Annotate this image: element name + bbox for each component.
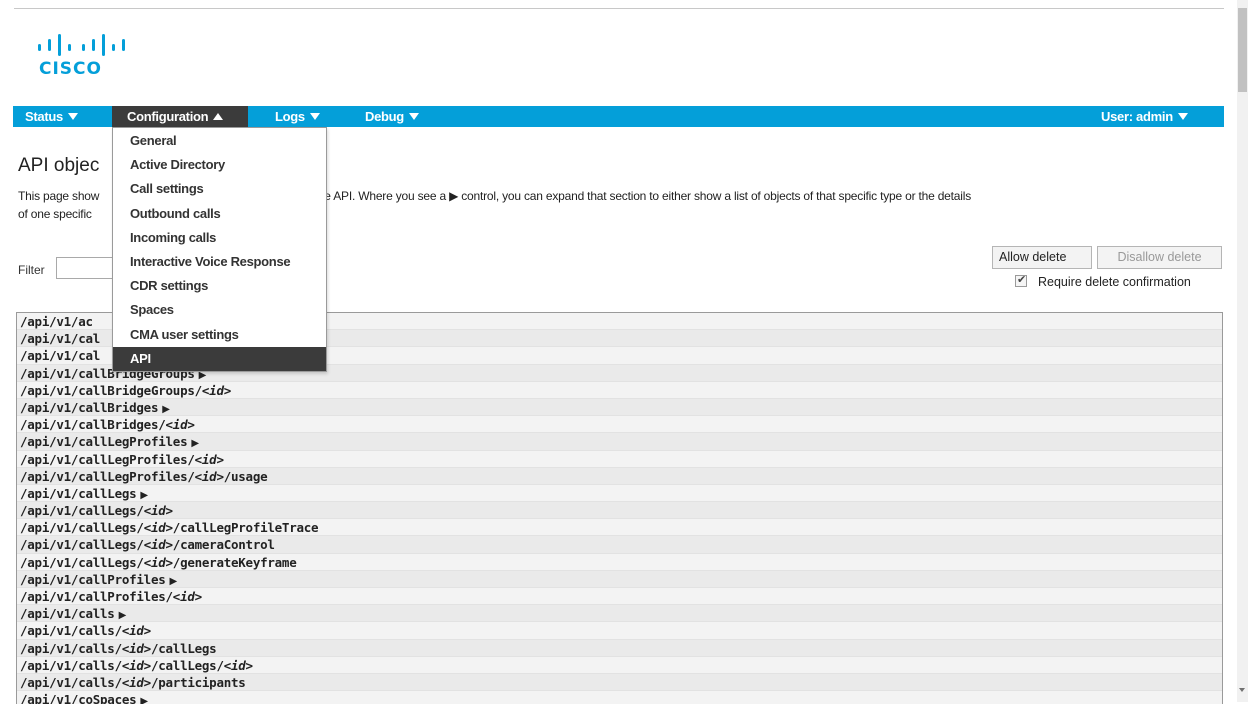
api-path: /api/v1/calls/<id> bbox=[20, 623, 151, 639]
nav-debug[interactable]: Debug bbox=[365, 106, 419, 127]
api-path: /api/v1/callLegs/<id> bbox=[20, 503, 173, 519]
api-row[interactable]: /api/v1/calls/<id>/callLegs/<id> bbox=[17, 656, 1222, 674]
nav-logs[interactable]: Logs bbox=[275, 106, 320, 127]
api-path: /api/v1/calls bbox=[20, 606, 115, 622]
api-path: /api/v1/callLegProfiles/<id> bbox=[20, 451, 224, 467]
api-row[interactable]: /api/v1/callLegs/<id>/cameraControl bbox=[17, 536, 1222, 554]
caret-down-icon bbox=[1177, 113, 1188, 121]
expand-triangle-icon[interactable]: ▶ bbox=[140, 490, 148, 501]
api-path: /api/v1/callBridges bbox=[20, 399, 159, 415]
scrollbar-thumb[interactable] bbox=[1238, 8, 1247, 92]
menu-item-interactive-voice-response[interactable]: Interactive Voice Response bbox=[113, 250, 326, 274]
nav-status[interactable]: Status bbox=[25, 106, 78, 127]
caret-down-icon bbox=[309, 113, 320, 121]
menu-item-api[interactable]: API bbox=[113, 346, 326, 371]
expand-triangle-icon[interactable]: ▶ bbox=[170, 576, 178, 587]
expand-triangle-icon[interactable]: ▶ bbox=[140, 696, 148, 704]
api-path: /api/v1/ac bbox=[20, 314, 93, 329]
api-row[interactable]: /api/v1/callLegProfiles/<id> bbox=[17, 450, 1222, 468]
menu-item-spaces[interactable]: Spaces bbox=[113, 298, 326, 322]
caret-up-icon bbox=[213, 113, 224, 121]
api-row[interactable]: /api/v1/callLegProfiles/<id>/usage bbox=[17, 467, 1222, 485]
menu-item-incoming-calls[interactable]: Incoming calls bbox=[113, 226, 326, 250]
api-row[interactable]: /api/v1/calls/<id>/participants bbox=[17, 673, 1222, 692]
api-row[interactable]: /api/v1/calls/<id> bbox=[17, 622, 1222, 640]
api-path: /api/v1/callLegProfiles/<id>/usage bbox=[20, 468, 268, 484]
api-path: /api/v1/coSpaces bbox=[20, 692, 137, 704]
menu-item-general[interactable]: General bbox=[113, 129, 326, 153]
require-delete-confirmation-checkbox[interactable] bbox=[1015, 273, 1027, 287]
caret-down-icon bbox=[67, 113, 78, 121]
api-path: /api/v1/callLegs/<id>/cameraControl bbox=[20, 537, 275, 553]
api-path: /api/v1/callLegs bbox=[20, 485, 137, 501]
api-path: /api/v1/calls/<id>/callLegs/<id> bbox=[20, 657, 253, 673]
filter-label: Filter bbox=[18, 263, 45, 277]
menu-item-cma-user-settings[interactable]: CMA user settings bbox=[113, 323, 326, 347]
require-delete-confirmation-label: Require delete confirmation bbox=[1038, 275, 1191, 289]
menu-item-active-directory[interactable]: Active Directory bbox=[113, 153, 326, 177]
api-path: /api/v1/cal bbox=[20, 348, 101, 364]
logo-wordmark: CISCO bbox=[39, 59, 102, 79]
nav-logs-label: Logs bbox=[275, 109, 305, 124]
top-navbar: Status Configuration Logs Debug User: ad… bbox=[13, 106, 1224, 127]
api-path: /api/v1/cal bbox=[20, 331, 101, 347]
api-row[interactable]: /api/v1/callBridges/<id> bbox=[17, 416, 1222, 434]
api-path: /api/v1/callLegProfiles bbox=[20, 434, 188, 450]
cisco-logo: CISCO bbox=[36, 34, 136, 80]
menu-item-outbound-calls[interactable]: Outbound calls bbox=[113, 202, 326, 226]
nav-debug-label: Debug bbox=[365, 109, 404, 124]
menu-item-cdr-settings[interactable]: CDR settings bbox=[113, 274, 326, 298]
api-row[interactable]: /api/v1/callLegs ▶ bbox=[17, 484, 1222, 503]
api-path: /api/v1/calls/<id>/participants bbox=[20, 674, 246, 690]
nav-user-menu[interactable]: User: admin bbox=[1101, 106, 1188, 127]
api-path: /api/v1/callBridgeGroups/<id> bbox=[20, 382, 232, 398]
nav-configuration[interactable]: Configuration bbox=[112, 106, 248, 127]
expand-triangle-icon[interactable]: ▶ bbox=[119, 610, 127, 621]
api-path: /api/v1/callLegs/<id>/callLegProfileTrac… bbox=[20, 520, 319, 536]
api-row[interactable]: /api/v1/callBridges ▶ bbox=[17, 398, 1222, 417]
api-path: /api/v1/calls/<id>/callLegs bbox=[20, 640, 217, 656]
api-path: /api/v1/callLegs/<id>/generateKeyframe bbox=[20, 554, 297, 570]
page-scrollbar[interactable] bbox=[1237, 0, 1248, 702]
nav-user-label: User: admin bbox=[1101, 109, 1173, 124]
top-divider bbox=[14, 8, 1224, 9]
page-title: API objec bbox=[18, 155, 100, 176]
expand-triangle-icon[interactable]: ▶ bbox=[191, 438, 199, 449]
api-path: /api/v1/callProfiles bbox=[20, 571, 166, 587]
require-delete-confirmation: Require delete confirmation bbox=[1015, 273, 1191, 289]
desc-text-right-1: by the API. Where you see a ▶ control, y… bbox=[299, 189, 971, 203]
api-row[interactable]: /api/v1/callLegs/<id>/generateKeyframe bbox=[17, 553, 1222, 571]
api-row[interactable]: /api/v1/callProfiles ▶ bbox=[17, 570, 1222, 588]
cisco-bars-icon bbox=[38, 34, 125, 56]
api-row[interactable]: /api/v1/coSpaces ▶ bbox=[17, 691, 1222, 704]
menu-item-call-settings[interactable]: Call settings bbox=[113, 177, 326, 201]
expand-triangle-icon[interactable]: ▶ bbox=[162, 404, 170, 415]
disallow-delete-button[interactable]: Disallow delete bbox=[1097, 246, 1222, 269]
desc-text-left-1: This page show bbox=[18, 189, 100, 203]
api-row[interactable]: /api/v1/callLegProfiles ▶ bbox=[17, 433, 1222, 451]
api-row[interactable]: /api/v1/callBridgeGroups/<id> bbox=[17, 381, 1222, 399]
api-path: /api/v1/callProfiles/<id> bbox=[20, 589, 202, 604]
caret-down-icon bbox=[408, 113, 419, 121]
api-path: /api/v1/callBridges/<id> bbox=[20, 417, 195, 433]
allow-delete-button[interactable]: Allow delete bbox=[992, 246, 1092, 269]
api-row[interactable]: /api/v1/callLegs/<id>/callLegProfileTrac… bbox=[17, 519, 1222, 537]
scroll-down-arrow-icon[interactable] bbox=[1239, 688, 1245, 692]
api-row[interactable]: /api/v1/callProfiles/<id> bbox=[17, 588, 1222, 606]
api-row[interactable]: /api/v1/calls/<id>/callLegs bbox=[17, 639, 1222, 657]
api-row[interactable]: /api/v1/calls ▶ bbox=[17, 605, 1222, 623]
configuration-dropdown-menu: General Active Directory Call settings Outb… bbox=[112, 127, 327, 372]
api-row[interactable]: /api/v1/callLegs/<id> bbox=[17, 502, 1222, 520]
nav-configuration-label: Configuration bbox=[127, 109, 209, 124]
nav-status-label: Status bbox=[25, 109, 63, 124]
